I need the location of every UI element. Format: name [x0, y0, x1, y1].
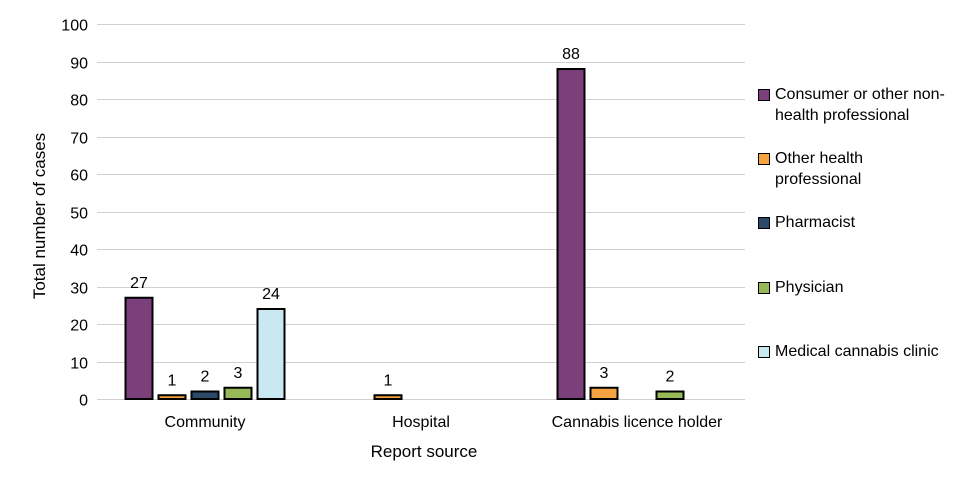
- data-label: 1: [384, 372, 393, 389]
- bar-chart: 0 10 20 30 40 50 60 70 80 90 100 27 1 2 3 24 1 88 3 2 Comm…: [30, 18, 745, 461]
- bar: [157, 394, 187, 400]
- data-label: 2: [201, 369, 210, 386]
- y-tick-label: 80: [70, 93, 88, 110]
- bar: [223, 386, 253, 400]
- bar: [124, 296, 154, 400]
- legend-label-line: Other health: [775, 150, 864, 167]
- data-label: 1: [168, 372, 177, 389]
- legend-swatch: [758, 153, 770, 165]
- y-tick-label: 20: [70, 318, 88, 335]
- y-tick-label: 0: [79, 393, 88, 410]
- legend-label-line: Physician: [775, 279, 844, 296]
- legend-label: Physician: [775, 277, 975, 298]
- legend-swatch: [758, 217, 770, 229]
- x-tick-label: Cannabis licence holder: [552, 414, 723, 431]
- bar: [373, 394, 403, 400]
- data-labels: 27 1 2 3 24 1 88 3 2: [130, 46, 674, 389]
- bar: [556, 68, 586, 400]
- legend-label: Other health professional: [775, 148, 975, 190]
- bar: [190, 390, 220, 400]
- data-label: 88: [562, 46, 580, 63]
- y-tick-label: 100: [61, 18, 88, 35]
- legend-swatch: [758, 346, 770, 358]
- legend-label-line: Pharmacist: [775, 214, 856, 231]
- bar: [589, 386, 619, 400]
- data-label: 24: [262, 286, 280, 303]
- legend-label: Medical cannabis clinic: [775, 341, 975, 362]
- legend-label-line: health professional: [775, 107, 910, 124]
- y-tick-label: 50: [70, 206, 88, 223]
- data-label: 3: [234, 365, 243, 382]
- y-tick-label: 70: [70, 131, 88, 148]
- data-label: 27: [130, 275, 148, 292]
- legend-swatch: [758, 282, 770, 294]
- x-axis-title: Report source: [371, 442, 478, 461]
- y-tick-label: 30: [70, 281, 88, 298]
- data-label: 3: [600, 365, 609, 382]
- bar: [256, 308, 286, 400]
- legend-item: Pharmacist: [758, 212, 975, 233]
- legend-label: Consumer or other non-health professiona…: [775, 84, 975, 126]
- x-tick-label: Hospital: [392, 414, 450, 431]
- legend-label-line: Medical cannabis clinic: [775, 343, 939, 360]
- legend-item: Other health professional: [758, 148, 975, 190]
- data-label: 2: [666, 369, 675, 386]
- legend-item: Medical cannabis clinic: [758, 341, 975, 362]
- y-tick-label: 90: [70, 56, 88, 73]
- x-tick-label: Community: [165, 414, 246, 431]
- bars: [124, 68, 685, 400]
- legend-swatch: [758, 89, 770, 101]
- y-axis-title: Total number of cases: [30, 133, 49, 299]
- legend-label-line: professional: [775, 171, 862, 188]
- legend-item: Physician: [758, 277, 975, 298]
- legend-label: Pharmacist: [775, 212, 975, 233]
- y-tick-label: 60: [70, 168, 88, 185]
- y-tick-label: 10: [70, 356, 88, 373]
- y-tick-label: 40: [70, 243, 88, 260]
- bar: [655, 390, 685, 400]
- gridlines: [97, 24, 745, 400]
- x-axis-ticks: Community Hospital Cannabis licence holder: [165, 414, 724, 431]
- legend-item: Consumer or other non-health professiona…: [758, 84, 975, 126]
- legend-label-line: Consumer or other non-: [775, 86, 945, 103]
- y-axis-ticks: 0 10 20 30 40 50 60 70 80 90 100: [61, 18, 88, 410]
